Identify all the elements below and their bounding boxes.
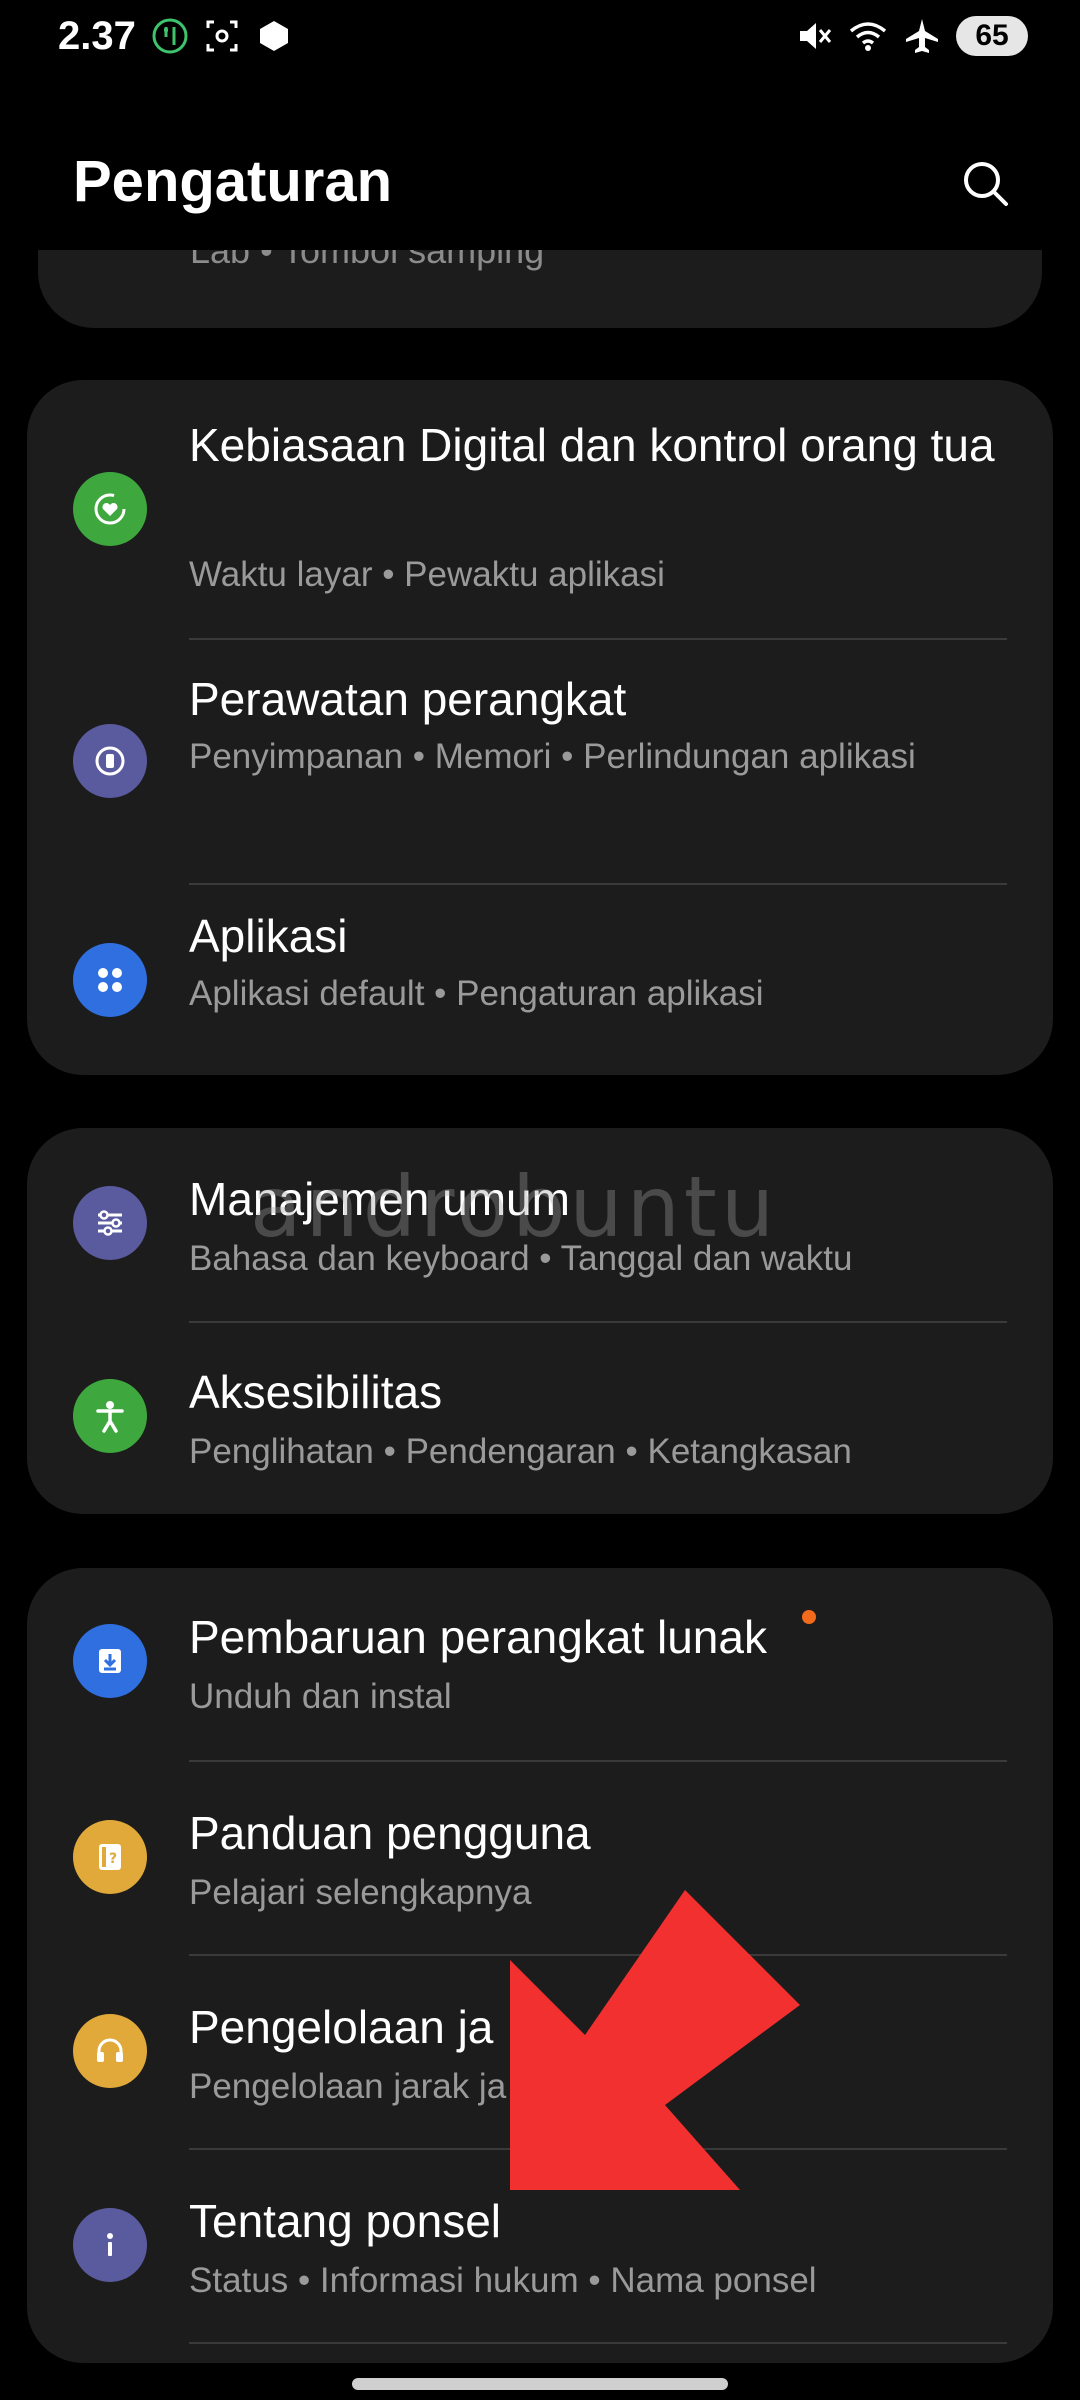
- item-subtitle: Aplikasi default • Pengaturan aplikasi: [189, 974, 764, 1013]
- item-subtitle: Status • Informasi hukum • Nama ponsel: [189, 2261, 817, 2300]
- apps-icon: [73, 943, 147, 1017]
- partial-settings-card[interactable]: Lab • Tombol samping: [38, 250, 1042, 328]
- item-subtitle: Penglihatan • Pendengaran • Ketangkasan: [189, 1432, 852, 1471]
- status-bar: 2.37 65: [0, 0, 1080, 80]
- screenshot-icon: [206, 20, 238, 52]
- gesture-navigation-bar[interactable]: [352, 2378, 728, 2390]
- item-title: Aksesibilitas: [189, 1366, 443, 1418]
- accessibility-icon: [73, 1379, 147, 1453]
- battery-indicator: 65: [956, 16, 1028, 56]
- wifi-icon: [849, 22, 887, 51]
- user-guide-icon: ?: [73, 1820, 147, 1894]
- item-title: Aplikasi: [189, 910, 348, 962]
- partial-item-subtitle: Lab • Tombol samping: [190, 250, 545, 271]
- mute-icon: [800, 23, 832, 49]
- page-title: Pengaturan: [73, 149, 393, 214]
- shield-app-icon: [260, 21, 288, 51]
- status-left-icons: [150, 16, 294, 56]
- item-device-care[interactable]: Perawatan perangkat Penyimpanan • Memori…: [27, 640, 1053, 884]
- headset-icon: [73, 2014, 147, 2088]
- notification-dot: [802, 1610, 816, 1624]
- airplane-icon: [906, 19, 938, 53]
- search-icon[interactable]: [954, 152, 1018, 216]
- status-right-icons: 65: [794, 16, 1028, 56]
- item-title: Pembaruan perangkat lunak: [189, 1611, 767, 1663]
- sliders-icon: [73, 1186, 147, 1260]
- red-arrow-annotation: [510, 1890, 800, 2190]
- settings-card-1: Kebiasaan Digital dan kontrol orang tua …: [27, 380, 1053, 1075]
- watermark: androbuntu: [250, 1158, 779, 1256]
- item-accessibility[interactable]: Aksesibilitas Penglihatan • Pendengaran …: [27, 1323, 1053, 1514]
- item-title: Panduan pengguna: [189, 1807, 591, 1859]
- info-icon: [73, 2208, 147, 2282]
- status-time: 2.37: [58, 14, 136, 58]
- item-subtitle: Unduh dan instal: [189, 1677, 452, 1716]
- svg-text:?: ?: [109, 1851, 117, 1867]
- item-software-update[interactable]: Pembaruan perangkat lunak Unduh dan inst…: [27, 1568, 1053, 1761]
- item-subtitle: Waktu layar • Pewaktu aplikasi: [189, 555, 665, 594]
- item-title: Kebiasaan Digital dan kontrol orang tua: [189, 419, 995, 471]
- divider: [189, 2342, 1007, 2344]
- timer-icon: [152, 18, 188, 54]
- item-title: Perawatan perangkat: [189, 673, 627, 725]
- settings-screen: 2.37 65 Pengaturan Lab • Tombol samping …: [0, 0, 1080, 2400]
- item-apps[interactable]: Aplikasi Aplikasi default • Pengaturan a…: [27, 885, 1053, 1075]
- download-icon: [73, 1624, 147, 1698]
- item-digital-wellbeing[interactable]: Kebiasaan Digital dan kontrol orang tua …: [27, 380, 1053, 638]
- item-subtitle: Penyimpanan • Memori • Perlindungan apli…: [189, 737, 916, 776]
- digital-wellbeing-icon: [73, 472, 147, 546]
- device-care-icon: [73, 724, 147, 798]
